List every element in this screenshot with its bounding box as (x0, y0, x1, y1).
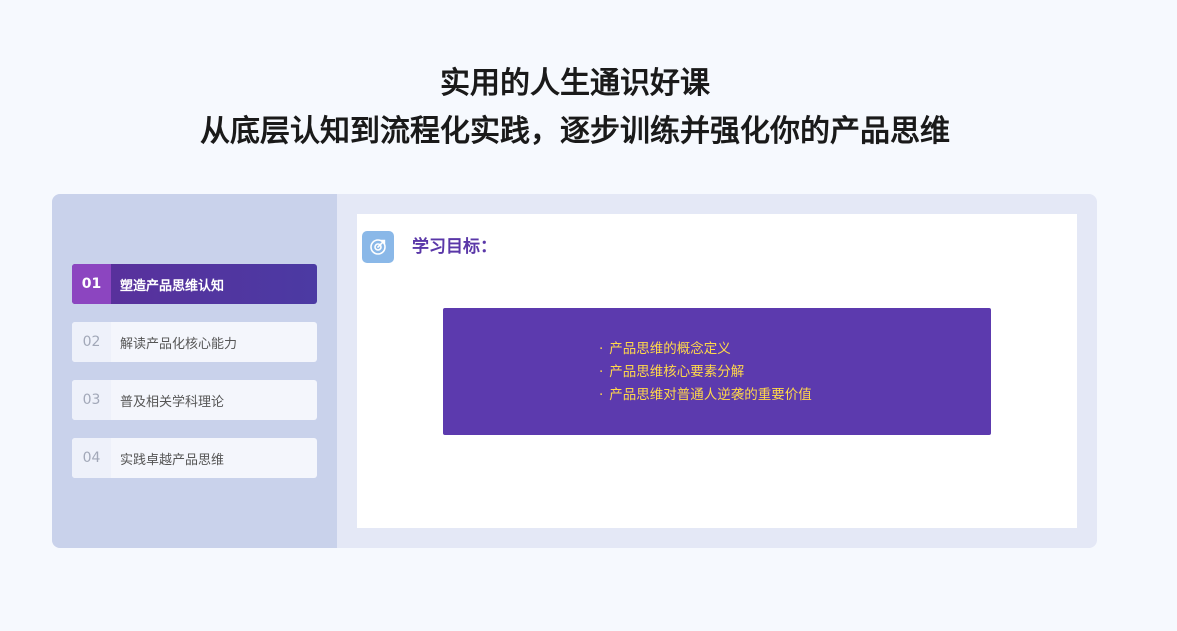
content-panel: 学习目标： · 产品思维的概念定义 · 产品思维核心要素分解 · 产品思维对普通人逆袭… (357, 214, 1077, 528)
sidebar-item-02[interactable]: 02 解读产品化核心能力 (72, 322, 317, 362)
goal-list: · 产品思维的概念定义 · 产品思维核心要素分解 · 产品思维对普通人逆袭的重要价值 (599, 338, 812, 407)
chapter-number: 03 (72, 380, 111, 420)
sidebar-item-01[interactable]: 01 塑造产品思维认知 (72, 264, 317, 304)
chapter-label: 实践卓越产品思维 (120, 452, 225, 468)
chapter-number: 01 (72, 264, 111, 304)
page-title: 实用的人生通识好课 (440, 66, 710, 101)
chapter-label: 塑造产品思维认知 (120, 278, 225, 294)
learning-goals-box: · 产品思维的概念定义 · 产品思维核心要素分解 · 产品思维对普通人逆袭的重要价值 (443, 308, 991, 435)
chapter-label: 普及相关学科理论 (120, 394, 225, 410)
sidebar-item-04[interactable]: 04 实践卓越产品思维 (72, 438, 317, 478)
page-subtitle: 从底层认知到流程化实践，逐步训练并强化你的产品思维 (200, 114, 950, 149)
target-icon (362, 231, 394, 263)
sidebar-item-03[interactable]: 03 普及相关学科理论 (72, 380, 317, 420)
chapter-number: 02 (72, 322, 111, 362)
chapter-sidebar: 01 塑造产品思维认知 02 解读产品化核心能力 03 普及相关学科理论 04 … (52, 194, 337, 548)
list-item: · 产品思维的概念定义 (599, 341, 731, 357)
list-item: · 产品思维核心要素分解 (599, 364, 745, 380)
chapter-number: 04 (72, 438, 111, 478)
chapter-label: 解读产品化核心能力 (120, 336, 238, 352)
course-card: 01 塑造产品思维认知 02 解读产品化核心能力 03 普及相关学科理论 04 … (52, 194, 1097, 548)
list-item: · 产品思维对普通人逆袭的重要价值 (599, 387, 812, 403)
learning-goals-title: 学习目标： (412, 237, 497, 257)
